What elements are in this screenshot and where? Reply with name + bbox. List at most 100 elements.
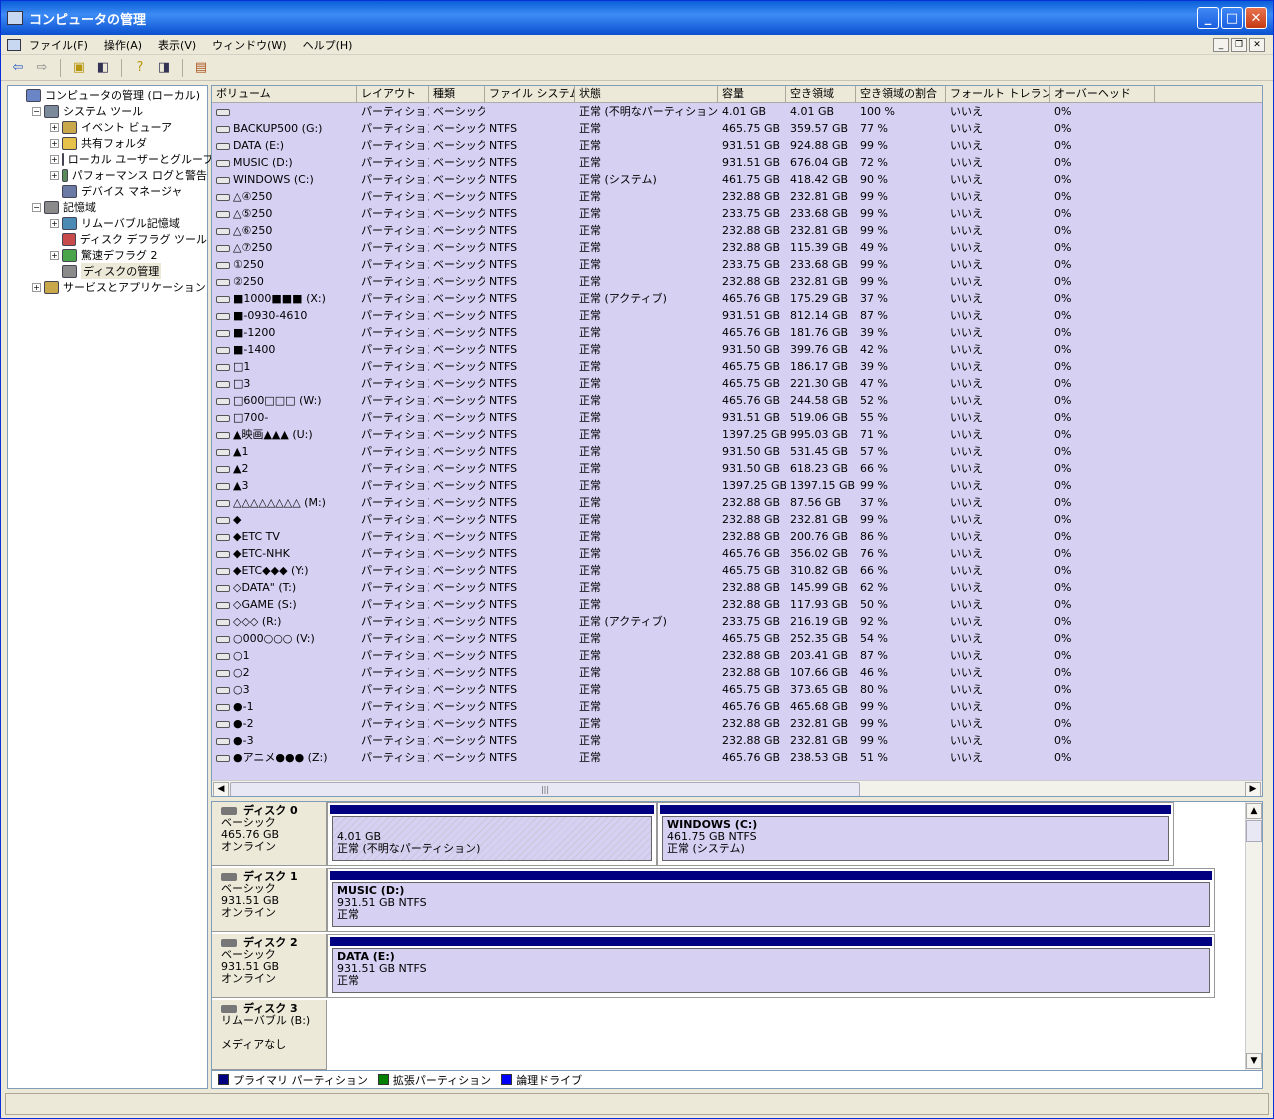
partition-block[interactable]: 4.01 GB 正常 (不明なパーティション) <box>327 802 657 866</box>
column-header[interactable]: ファイル システム <box>485 86 575 102</box>
close-button[interactable]: ✕ <box>1245 7 1267 29</box>
column-header[interactable]: ボリューム <box>212 86 357 102</box>
table-row[interactable]: ○000○○○ (V:) パーティションベーシック NTFS 正常 465.75 GB 2… <box>212 630 1262 647</box>
table-row[interactable]: ◆ETC-NHK パーティションベーシック NTFS 正常 465.76 GB 356.0… <box>212 545 1262 562</box>
column-header[interactable]: 空き領域 <box>786 86 856 102</box>
expand-icon[interactable]: + <box>32 282 41 292</box>
scroll-up-arrow-icon[interactable]: ▲ <box>1246 803 1262 819</box>
column-header[interactable]: 容量 <box>718 86 786 102</box>
horizontal-scroll-thumb[interactable]: ||| <box>230 782 860 796</box>
app-icon[interactable] <box>7 38 21 51</box>
horizontal-scrollbar[interactable]: ◀ ||| ▶ <box>212 780 1262 796</box>
child-restore-button[interactable]: ❐ <box>1231 37 1247 52</box>
scroll-left-arrow-icon[interactable]: ◀ <box>213 782 229 796</box>
tree-node[interactable]: − システム ツール <box>8 103 207 119</box>
table-row[interactable]: △⑦250 パーティションベーシック NTFS 正常 232.88 GB 115.39 G… <box>212 239 1262 256</box>
table-row[interactable]: ▲映画▲▲▲ (U:) パーティションベーシック NTFS 正常 1397.25 GB 9… <box>212 426 1262 443</box>
table-row[interactable]: △④250 パーティションベーシック NTFS 正常 232.88 GB 232.81 G… <box>212 188 1262 205</box>
table-row[interactable]: ◇DATA" (T:) パーティションベーシック NTFS 正常 232.88 GB 14… <box>212 579 1262 596</box>
collapse-icon[interactable]: − <box>32 106 41 116</box>
partition-block[interactable]: MUSIC (D:) 931.51 GB NTFS 正常 <box>327 868 1215 932</box>
table-row[interactable]: MUSIC (D:) パーティションベーシック NTFS 正常 931.51 GB 676… <box>212 154 1262 171</box>
column-header[interactable]: レイアウト <box>357 86 429 102</box>
disk-info[interactable]: ディスク 0 ベーシック 465.76 GB オンライン <box>212 802 327 866</box>
tree-node[interactable]: ディスク デフラグ ツール <box>8 231 207 247</box>
table-row[interactable]: ▲1 パーティションベーシック NTFS 正常 931.50 GB 531.45 GB 57… <box>212 443 1262 460</box>
table-row[interactable]: WINDOWS (C:) パーティションベーシック NTFS 正常 (システム) 461… <box>212 171 1262 188</box>
column-header[interactable]: オーバーヘッド <box>1050 86 1155 102</box>
table-row[interactable]: ◆ パーティションベーシック NTFS 正常 232.88 GB 232.81 GB 99 … <box>212 511 1262 528</box>
expand-icon[interactable]: + <box>50 122 59 132</box>
table-row[interactable]: ◇GAME (S:) パーティションベーシック NTFS 正常 232.88 GB 117… <box>212 596 1262 613</box>
tree-node[interactable]: + サービスとアプリケーション <box>8 279 207 295</box>
partition-block[interactable]: DATA (E:) 931.51 GB NTFS 正常 <box>327 934 1215 998</box>
table-row[interactable]: □1 パーティションベーシック NTFS 正常 465.75 GB 186.17 GB 39… <box>212 358 1262 375</box>
tree-node[interactable]: + 驚速デフラグ 2 <box>8 247 207 263</box>
table-row[interactable]: △△△△△△△△ (M:) パーティションベーシック NTFS 正常 232.88 GB… <box>212 494 1262 511</box>
column-header[interactable]: 空き領域の割合 <box>856 86 946 102</box>
table-row[interactable]: □700- パーティションベーシック NTFS 正常 931.51 GB 519.06 G… <box>212 409 1262 426</box>
table-row[interactable]: DATA (E:) パーティションベーシック NTFS 正常 931.51 GB 924.… <box>212 137 1262 154</box>
menu-action[interactable]: 操作(A) <box>104 37 142 53</box>
scroll-down-arrow-icon[interactable]: ▼ <box>1246 1053 1262 1069</box>
expand-icon[interactable]: + <box>50 250 59 260</box>
up-folder-icon[interactable]: ▣ <box>70 59 88 77</box>
tree-node[interactable]: + イベント ビューア <box>8 119 207 135</box>
menu-view[interactable]: 表示(V) <box>158 37 196 53</box>
show-tree-icon[interactable]: ◧ <box>94 59 112 77</box>
partition-block[interactable]: WINDOWS (C:) 461.75 GB NTFS 正常 (システム) <box>657 802 1174 866</box>
expand-icon[interactable]: + <box>50 138 59 148</box>
table-row[interactable]: ■-0930-4610 パーティションベーシック NTFS 正常 931.51 GB 81… <box>212 307 1262 324</box>
disk-info[interactable]: ディスク 3 リムーバブル (B:) メディアなし <box>212 1000 327 1070</box>
properties-icon[interactable]: ▤ <box>192 59 210 77</box>
table-row[interactable]: ②250 パーティションベーシック NTFS 正常 232.88 GB 232.81 GB… <box>212 273 1262 290</box>
tree-node[interactable]: コンピュータの管理 (ローカル) <box>8 87 207 103</box>
menu-window[interactable]: ウィンドウ(W) <box>212 37 286 53</box>
table-row[interactable]: ■-1400 パーティションベーシック NTFS 正常 931.50 GB 399.76 … <box>212 341 1262 358</box>
column-header[interactable]: 状態 <box>575 86 718 102</box>
expand-icon[interactable]: + <box>50 170 59 180</box>
table-row[interactable]: ●-1 パーティションベーシック NTFS 正常 465.76 GB 465.68 GB 9… <box>212 698 1262 715</box>
menu-help[interactable]: ヘルプ(H) <box>303 37 353 53</box>
maximize-button[interactable]: □ <box>1221 7 1243 29</box>
table-row[interactable]: △⑥250 パーティションベーシック NTFS 正常 232.88 GB 232.81 G… <box>212 222 1262 239</box>
back-arrow-icon[interactable]: ⇦ <box>9 59 27 77</box>
action-pane-icon[interactable]: ◨ <box>155 59 173 77</box>
table-row[interactable]: ○3 パーティションベーシック NTFS 正常 465.75 GB 373.65 GB 80… <box>212 681 1262 698</box>
table-row[interactable]: ①250 パーティションベーシック NTFS 正常 233.75 GB 233.68 GB… <box>212 256 1262 273</box>
minimize-button[interactable]: _ <box>1197 7 1219 29</box>
expand-icon[interactable]: + <box>50 218 59 228</box>
table-row[interactable]: □600□□□ (W:) パーティションベーシック NTFS 正常 465.76 GB 2… <box>212 392 1262 409</box>
table-row[interactable]: ◆ETC TV パーティションベーシック NTFS 正常 232.88 GB 200.76… <box>212 528 1262 545</box>
disk-info[interactable]: ディスク 2 ベーシック 931.51 GB オンライン <box>212 934 327 998</box>
forward-arrow-icon[interactable]: ⇨ <box>33 59 51 77</box>
table-row[interactable]: ○1 パーティションベーシック NTFS 正常 232.88 GB 203.41 GB 87… <box>212 647 1262 664</box>
disk-info[interactable]: ディスク 1 ベーシック 931.51 GB オンライン <box>212 868 327 932</box>
table-row[interactable]: ▲3 パーティションベーシック NTFS 正常 1397.25 GB 1397.15 GB… <box>212 477 1262 494</box>
tree-node[interactable]: + ローカル ユーザーとグループ <box>8 151 213 167</box>
tree-node[interactable]: + パフォーマンス ログと警告 <box>8 167 207 183</box>
expand-icon[interactable]: + <box>50 154 59 164</box>
tree-node[interactable]: + リムーバブル記憶域 <box>8 215 207 231</box>
table-row[interactable]: □3 パーティションベーシック NTFS 正常 465.75 GB 221.30 GB 47… <box>212 375 1262 392</box>
scroll-right-arrow-icon[interactable]: ▶ <box>1245 782 1261 796</box>
collapse-icon[interactable]: − <box>32 202 41 212</box>
vertical-scroll-thumb[interactable] <box>1246 820 1262 842</box>
help-icon[interactable]: ? <box>131 59 149 77</box>
table-row[interactable]: ○2 パーティションベーシック NTFS 正常 232.88 GB 107.66 GB 46… <box>212 664 1262 681</box>
table-row[interactable]: ■-1200 パーティションベーシック NTFS 正常 465.76 GB 181.76 … <box>212 324 1262 341</box>
tree-node[interactable]: ディスクの管理 <box>8 263 207 279</box>
table-row[interactable]: ●アニメ●●● (Z:) パーティションベーシック NTFS 正常 465.76 GB 2… <box>212 749 1262 766</box>
vertical-scrollbar[interactable]: ▲ ▼ <box>1245 802 1262 1070</box>
table-row[interactable]: △⑤250 パーティションベーシック NTFS 正常 233.75 GB 233.68 G… <box>212 205 1262 222</box>
child-minimize-button[interactable]: _ <box>1213 37 1229 52</box>
column-header[interactable]: フォールト トレランス <box>946 86 1050 102</box>
table-row[interactable]: ◇◇◇ (R:) パーティションベーシック NTFS 正常 (アクティブ) 233.75… <box>212 613 1262 630</box>
table-row[interactable]: BACKUP500 (G:) パーティションベーシック NTFS 正常 465.75 G… <box>212 120 1262 137</box>
child-close-button[interactable]: ✕ <box>1249 37 1265 52</box>
table-row[interactable]: ■1000■■■ (X:) パーティションベーシック NTFS 正常 (アクティブ) 4… <box>212 290 1262 307</box>
tree-node[interactable]: デバイス マネージャ <box>8 183 207 199</box>
tree-node[interactable]: + 共有フォルダ <box>8 135 207 151</box>
table-row[interactable]: パーティションベーシック 正常 (不明なパーティション) 4.01 GB 4.01 G… <box>212 103 1262 120</box>
column-header[interactable]: 種類 <box>429 86 485 102</box>
